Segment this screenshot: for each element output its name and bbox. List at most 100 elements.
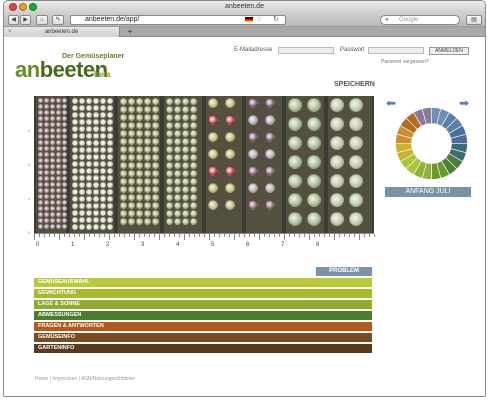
plant-icon[interactable]	[93, 105, 99, 111]
plant-icon[interactable]	[128, 162, 135, 169]
plant-icon[interactable]	[56, 188, 61, 193]
plant-icon[interactable]	[144, 170, 151, 177]
plant-icon[interactable]	[174, 218, 181, 225]
plant-icon[interactable]	[38, 188, 43, 193]
plant-icon[interactable]	[44, 116, 49, 121]
plant-icon[interactable]	[120, 146, 127, 153]
plant-icon[interactable]	[144, 162, 151, 169]
plant-icon[interactable]	[190, 106, 197, 113]
plant-icon[interactable]	[144, 210, 151, 217]
plant-icon[interactable]	[79, 133, 85, 139]
plant-icon[interactable]	[136, 170, 143, 177]
plant-icon[interactable]	[100, 203, 106, 209]
plant-icon[interactable]	[100, 98, 106, 104]
plant-icon[interactable]	[44, 134, 49, 139]
plant-icon[interactable]	[50, 170, 55, 175]
plant-icon[interactable]	[62, 140, 67, 145]
plant-icon[interactable]	[152, 122, 159, 129]
plant-icon[interactable]	[79, 105, 85, 111]
plant-icon[interactable]	[56, 212, 61, 217]
plant-icon[interactable]	[174, 122, 181, 129]
plant-icon[interactable]	[100, 161, 106, 167]
plant-icon[interactable]	[38, 122, 43, 127]
plant-icon[interactable]	[174, 162, 181, 169]
plant-icon[interactable]	[38, 104, 43, 109]
plant-icon[interactable]	[166, 114, 173, 121]
plant-icon[interactable]	[265, 132, 275, 142]
plant-icon[interactable]	[93, 189, 99, 195]
plant-icon[interactable]	[288, 193, 302, 207]
plant-icon[interactable]	[225, 115, 235, 125]
plant-icon[interactable]	[72, 210, 78, 216]
plant-icon[interactable]	[152, 194, 159, 201]
plant-icon[interactable]	[50, 98, 55, 103]
plant-icon[interactable]	[349, 212, 363, 226]
plant-icon[interactable]	[62, 146, 67, 151]
plant-icon[interactable]	[208, 200, 218, 210]
plant-icon[interactable]	[128, 178, 135, 185]
report-problem-button[interactable]: PROBLEM MELDEN	[316, 267, 372, 283]
plant-icon[interactable]	[86, 126, 92, 132]
plant-icon[interactable]	[107, 203, 113, 209]
plant-icon[interactable]	[166, 210, 173, 217]
plant-icon[interactable]	[62, 182, 67, 187]
plant-icon[interactable]	[225, 149, 235, 159]
plant-icon[interactable]	[72, 140, 78, 146]
plant-icon[interactable]	[100, 119, 106, 125]
plant-icon[interactable]	[72, 224, 78, 230]
plant-icon[interactable]	[100, 217, 106, 223]
plant-icon[interactable]	[152, 210, 159, 217]
plant-icon[interactable]	[56, 224, 61, 229]
plant-icon[interactable]	[86, 105, 92, 111]
plant-icon[interactable]	[225, 132, 235, 142]
plant-icon[interactable]	[56, 152, 61, 157]
plant-icon[interactable]	[79, 196, 85, 202]
plant-icon[interactable]	[182, 138, 189, 145]
plant-icon[interactable]	[136, 114, 143, 121]
plant-icon[interactable]	[100, 133, 106, 139]
plant-icon[interactable]	[225, 200, 235, 210]
plant-icon[interactable]	[182, 98, 189, 105]
plant-icon[interactable]	[62, 224, 67, 229]
plant-icon[interactable]	[166, 186, 173, 193]
plant-icon[interactable]	[50, 218, 55, 223]
tab-anbeeten[interactable]: anbeeten.de ×	[4, 27, 120, 37]
plant-icon[interactable]	[72, 126, 78, 132]
plant-icon[interactable]	[86, 119, 92, 125]
plant-icon[interactable]	[44, 194, 49, 199]
plant-icon[interactable]	[248, 200, 258, 210]
plant-icon[interactable]	[330, 117, 344, 131]
plant-icon[interactable]	[38, 176, 43, 181]
plant-icon[interactable]	[72, 161, 78, 167]
plant-icon[interactable]	[72, 196, 78, 202]
bed-row[interactable]	[36, 96, 67, 233]
plant-icon[interactable]	[79, 119, 85, 125]
plant-icon[interactable]	[44, 122, 49, 127]
plant-icon[interactable]	[44, 128, 49, 133]
plant-icon[interactable]	[144, 186, 151, 193]
plant-icon[interactable]	[107, 147, 113, 153]
plant-icon[interactable]	[62, 158, 67, 163]
plant-icon[interactable]	[166, 178, 173, 185]
plant-icon[interactable]	[136, 186, 143, 193]
plant-icon[interactable]	[93, 210, 99, 216]
plant-icon[interactable]	[86, 161, 92, 167]
plant-icon[interactable]	[144, 106, 151, 113]
plant-icon[interactable]	[107, 224, 113, 230]
plant-icon[interactable]	[120, 178, 127, 185]
plant-icon[interactable]	[62, 116, 67, 121]
plant-icon[interactable]	[72, 98, 78, 104]
plant-icon[interactable]	[100, 126, 106, 132]
plant-icon[interactable]	[107, 133, 113, 139]
plant-icon[interactable]	[38, 110, 43, 115]
plant-icon[interactable]	[182, 218, 189, 225]
plant-icon[interactable]	[56, 176, 61, 181]
plant-icon[interactable]	[72, 112, 78, 118]
plant-icon[interactable]	[136, 138, 143, 145]
plant-icon[interactable]	[86, 140, 92, 146]
plant-icon[interactable]	[44, 110, 49, 115]
plant-icon[interactable]	[62, 212, 67, 217]
forward-button[interactable]: ▶	[20, 15, 31, 25]
plant-icon[interactable]	[79, 168, 85, 174]
plant-icon[interactable]	[307, 212, 321, 226]
